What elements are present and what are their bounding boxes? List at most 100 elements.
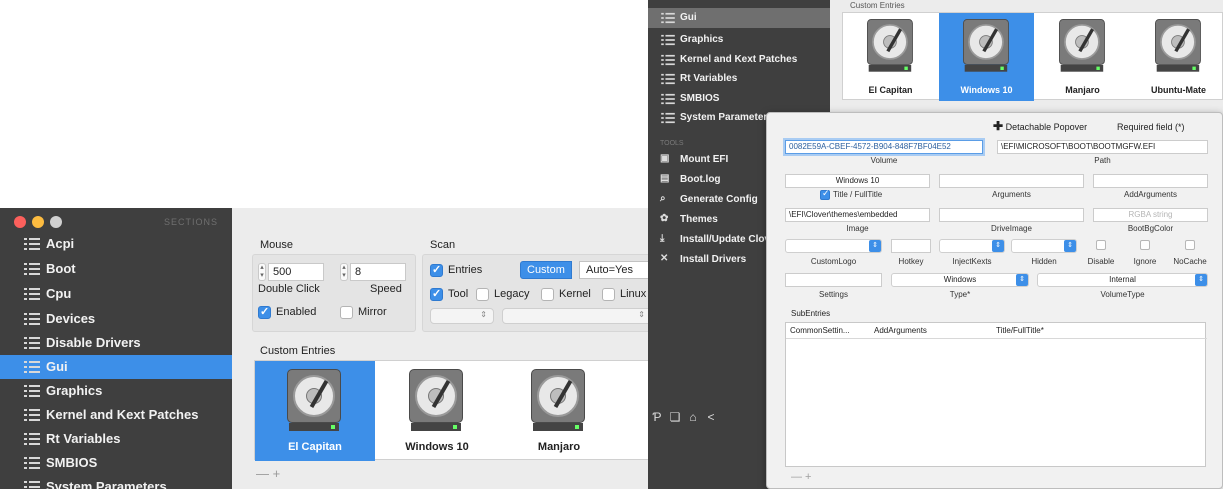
close-window-button[interactable] <box>14 216 26 228</box>
auto-yes-segment[interactable]: Auto=Yes <box>579 261 652 279</box>
sidebar-item-kernel-kext[interactable]: Kernel and Kext Patches <box>0 403 232 427</box>
list-icon <box>24 237 40 251</box>
boot-bg-color-label: BootBgColor <box>1127 224 1174 233</box>
sidebar-item-cpu[interactable]: Cpu <box>0 282 232 306</box>
enabled-label: Enabled <box>276 306 317 318</box>
volume-type-popup[interactable]: Internal ⇕ <box>1037 273 1208 287</box>
add-arguments-field[interactable] <box>1093 174 1208 188</box>
speed-label: Speed <box>370 283 402 295</box>
legacy-checkbox[interactable] <box>476 288 489 301</box>
palette-icon: ✿ <box>660 213 669 224</box>
sidebar-item-label: Graphics <box>46 383 103 398</box>
mirror-checkbox[interactable] <box>340 306 353 319</box>
drive-icon: ▣ <box>660 153 670 164</box>
title-checkbox[interactable] <box>820 188 830 200</box>
sidebar-item-graphics[interactable]: Graphics <box>648 30 830 50</box>
entries-checkbox[interactable] <box>430 263 443 277</box>
nocache-label: NoCache <box>1173 257 1207 266</box>
sidebar-item-smbios[interactable]: SMBIOS <box>0 451 232 475</box>
list-icon <box>24 384 40 398</box>
sidebar-item-system-parameters[interactable]: System Parameters <box>0 475 232 489</box>
home-icon[interactable]: ⌂ <box>684 410 702 424</box>
nocache-checkbox[interactable] <box>1185 240 1195 250</box>
custom-entry-el-capitan[interactable]: El Capitan <box>843 13 938 101</box>
hotkey-field[interactable] <box>891 239 931 253</box>
plus-icon: ✚ <box>993 119 1004 133</box>
title-field[interactable]: Windows 10 <box>785 174 930 188</box>
sidebar-item-boot[interactable]: Boot <box>0 257 232 281</box>
sidebar-item-smbios[interactable]: SMBIOS <box>648 89 830 109</box>
image-label: Image <box>846 224 869 233</box>
sidebar-item-graphics[interactable]: Graphics <box>0 379 232 403</box>
speed-input[interactable]: 8 <box>350 263 406 281</box>
arguments-label: Arguments <box>992 190 1031 199</box>
paypal-icon[interactable]: Ƥ <box>648 410 666 424</box>
arguments-field[interactable] <box>939 174 1084 188</box>
column-header[interactable]: Title/FullTitle* <box>996 326 1044 335</box>
drive-image-field[interactable] <box>939 208 1084 222</box>
sidebar-item-rt-variables[interactable]: Rt Variables <box>0 427 232 451</box>
inject-kexts-popup[interactable]: ⇕ <box>939 239 1005 253</box>
tool-label: Generate Config <box>680 194 758 205</box>
detach-popover-button[interactable]: ✚ Detachable Popover <box>993 119 1087 133</box>
tool-checkbox[interactable] <box>430 287 443 301</box>
subentries-label: SubEntries <box>791 309 831 318</box>
custom-entry-ubuntu-mate[interactable]: Ubuntu-Mate <box>1131 13 1223 101</box>
sidebar-item-devices[interactable]: Devices <box>0 307 232 331</box>
sidebar-item-disable-drivers[interactable]: Disable Drivers <box>0 331 232 355</box>
double-click-input[interactable]: 500 <box>268 263 324 281</box>
type-popup[interactable]: Windows ⇕ <box>891 273 1029 287</box>
subentries-table[interactable]: CommonSettin... AddArguments Title/FullT… <box>785 322 1207 467</box>
custom-logo-popup[interactable]: ⇕ <box>785 239 882 253</box>
column-header[interactable]: CommonSettin... <box>790 326 850 335</box>
download-icon: ⤓ <box>660 233 665 244</box>
kernel-checkbox[interactable] <box>541 288 554 301</box>
share-icon[interactable]: < <box>702 410 720 424</box>
hidden-popup[interactable]: ⇕ <box>1011 239 1077 253</box>
tool-label: Install/Update Clover <box>680 234 780 245</box>
sidebar-item-acpi[interactable]: Acpi <box>0 232 232 256</box>
custom-entry-manjaro[interactable]: Manjaro <box>1035 13 1130 101</box>
bookmark-icon[interactable]: ❏ <box>666 410 684 424</box>
tool-label: Boot.log <box>680 174 721 185</box>
enabled-checkbox[interactable] <box>258 305 271 319</box>
sidebar-item-label: Disable Drivers <box>46 335 141 350</box>
volume-field[interactable]: 0082E59A-CBEF-4572-B904-848F7BF04E52 <box>785 140 983 154</box>
custom-entries-label: Custom Entries <box>260 345 336 357</box>
custom-entry-windows-10[interactable]: Windows 10 <box>939 13 1034 101</box>
column-header[interactable]: AddArguments <box>874 326 927 335</box>
linux-checkbox[interactable] <box>602 288 615 301</box>
boot-bg-color-field[interactable]: RGBA string <box>1093 208 1208 222</box>
sidebar-item-gui[interactable]: Gui <box>0 355 232 379</box>
custom-segment[interactable]: Custom <box>520 261 572 279</box>
gui-settings-panel: Mouse ▴▾ 500 ▴▾ 8 Double Click Speed Ena… <box>232 208 652 489</box>
double-click-stepper[interactable]: ▴ ▾ <box>258 263 266 281</box>
subentries-header: CommonSettin... AddArguments Title/FullT… <box>786 323 1207 339</box>
image-field[interactable]: \EFI\Clover\themes\embedded <box>785 208 930 222</box>
ignore-checkbox[interactable] <box>1140 240 1150 250</box>
disable-checkbox[interactable] <box>1096 240 1106 250</box>
custom-entry-el-capitan[interactable]: El Capitan <box>255 361 375 461</box>
add-remove-entry-buttons[interactable]: — + <box>256 466 280 481</box>
speed-stepper[interactable]: ▴ ▾ <box>340 263 348 281</box>
hotkey-label: Hotkey <box>898 257 924 266</box>
custom-entry-manjaro[interactable]: Manjaro <box>499 361 619 461</box>
minimize-window-button[interactable] <box>32 216 44 228</box>
list-icon <box>661 112 675 124</box>
sidebar-item-rt-variables[interactable]: Rt Variables <box>648 69 830 89</box>
settings-field[interactable] <box>785 273 882 287</box>
list-icon <box>661 54 675 66</box>
sidebar-item-kernel-kext[interactable]: Kernel and Kext Patches <box>648 50 830 70</box>
popup-arrows-icon: ⇕ <box>992 240 1004 252</box>
settings-label: Settings <box>819 290 848 299</box>
list-icon <box>661 73 675 85</box>
scan-kernel-popup[interactable]: ⇕ <box>502 308 652 324</box>
scan-legacy-popup[interactable]: ⇕ <box>430 308 494 324</box>
path-field[interactable]: \EFI\MICROSOFT\BOOT\BOOTMGFW.EFI <box>997 140 1208 154</box>
zoom-window-button[interactable] <box>50 216 62 228</box>
custom-entry-windows-10[interactable]: Windows 10 <box>377 361 497 461</box>
sidebar-item-label: SMBIOS <box>680 93 720 104</box>
title-label: Title / FullTitle <box>833 190 883 199</box>
sidebar-item-gui[interactable]: Gui <box>648 8 830 28</box>
add-remove-subentry-buttons[interactable]: — + <box>791 471 811 483</box>
